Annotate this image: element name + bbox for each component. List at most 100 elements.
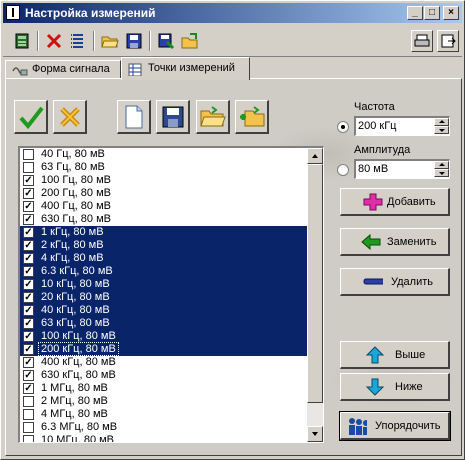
list-item-checkbox[interactable]: ✓ bbox=[23, 305, 34, 316]
list-item-label: 6.3 кГц, 80 мВ bbox=[41, 265, 113, 277]
list-item[interactable]: ✓ 400 кГц, 80 мВ bbox=[20, 356, 307, 369]
list-item-checkbox[interactable] bbox=[23, 162, 34, 173]
list-item[interactable]: ✓ 1 МГц, 80 мВ bbox=[20, 382, 307, 395]
settings-window: Настройка измерений _ □ × Форма сигнала … bbox=[0, 0, 465, 460]
list-item[interactable]: ✓ 200 Гц, 80 мВ bbox=[20, 187, 307, 200]
frequency-spinbox[interactable]: 200 кГц bbox=[354, 116, 450, 136]
sort-people-icon bbox=[349, 418, 367, 435]
list-item-checkbox[interactable] bbox=[23, 396, 34, 407]
amplitude-radio[interactable] bbox=[337, 164, 349, 176]
list-item-checkbox[interactable]: ✓ bbox=[23, 175, 34, 186]
export-folder-icon[interactable] bbox=[179, 30, 201, 52]
list-item[interactable]: 6.3 МГц, 80 мВ bbox=[20, 421, 307, 434]
frequency-up-button[interactable] bbox=[434, 118, 449, 126]
list-item[interactable]: 63 Гц, 80 мВ bbox=[20, 161, 307, 174]
new-list-button[interactable] bbox=[117, 100, 151, 134]
list-item[interactable]: ✓ 200 кГц, 80 мВ bbox=[20, 342, 307, 356]
list-item-checkbox[interactable]: ✓ bbox=[23, 188, 34, 199]
list-item-checkbox[interactable]: ✓ bbox=[23, 227, 34, 238]
uncheck-all-button[interactable] bbox=[53, 100, 87, 134]
list-item[interactable]: ✓ 10 кГц, 80 мВ bbox=[20, 278, 307, 291]
list-item-checkbox[interactable] bbox=[23, 422, 34, 433]
list-item[interactable]: ✓ 6.3 кГц, 80 мВ bbox=[20, 265, 307, 278]
list-item[interactable]: 10 МГц, 80 мВ bbox=[20, 434, 307, 442]
save-as-icon[interactable] bbox=[155, 30, 177, 52]
list-item[interactable]: ✓ 1 кГц, 80 мВ bbox=[20, 226, 307, 239]
open-list-button[interactable] bbox=[196, 100, 230, 134]
list-icon[interactable] bbox=[67, 30, 89, 52]
move-down-button[interactable]: Ниже bbox=[340, 373, 450, 401]
list-item[interactable]: ✓ 4 кГц, 80 мВ bbox=[20, 252, 307, 265]
open-folder-icon[interactable] bbox=[99, 30, 121, 52]
list-item[interactable]: 4 МГц, 80 мВ bbox=[20, 408, 307, 421]
list-item[interactable]: ✓ 2 кГц, 80 мВ bbox=[20, 239, 307, 252]
list-item-checkbox[interactable]: ✓ bbox=[23, 253, 34, 264]
tab-signal-form[interactable]: Форма сигнала bbox=[5, 60, 121, 79]
add-button-label: Добавить bbox=[387, 196, 436, 208]
list-item-checkbox[interactable]: ✓ bbox=[23, 279, 34, 290]
list-item-checkbox[interactable]: ✓ bbox=[23, 292, 34, 303]
list-item-checkbox[interactable] bbox=[23, 409, 34, 420]
frequency-down-button[interactable] bbox=[434, 126, 449, 134]
minimize-button[interactable]: _ bbox=[407, 6, 423, 20]
tab-measurement-points[interactable]: Точки измерений bbox=[121, 57, 250, 80]
list-item[interactable]: ✓ 40 кГц, 80 мВ bbox=[20, 304, 307, 317]
list-item-checkbox[interactable] bbox=[23, 435, 34, 442]
list-item-checkbox[interactable]: ✓ bbox=[23, 383, 34, 394]
list-scrollbar[interactable] bbox=[307, 148, 323, 442]
move-up-button[interactable]: Выше bbox=[340, 341, 450, 369]
list-item-label: 100 кГц, 80 мВ bbox=[41, 330, 116, 342]
list-item[interactable]: ✓ 20 кГц, 80 мВ bbox=[20, 291, 307, 304]
move-down-button-label: Ниже bbox=[395, 381, 423, 393]
add-button[interactable]: Добавить bbox=[340, 188, 450, 216]
list-item-checkbox[interactable]: ✓ bbox=[23, 331, 34, 342]
measurement-points-list[interactable]: 40 Гц, 80 мВ 63 Гц, 80 мВ ✓ 100 Гц, 80 мВ ✓ 2… bbox=[18, 146, 324, 443]
frequency-value: 200 кГц bbox=[358, 120, 397, 132]
list-item-checkbox[interactable]: ✓ bbox=[23, 214, 34, 225]
frequency-radio[interactable] bbox=[337, 121, 349, 133]
list-item-checkbox[interactable]: ✓ bbox=[23, 201, 34, 212]
add-folder-icon bbox=[239, 105, 264, 126]
maximize-button[interactable]: □ bbox=[424, 6, 440, 20]
amplitude-up-button[interactable] bbox=[434, 161, 449, 169]
list-item[interactable]: 40 Гц, 80 мВ bbox=[20, 148, 307, 161]
list-item[interactable]: ✓ 100 кГц, 80 мВ bbox=[20, 330, 307, 343]
list-item-label: 10 кГц, 80 мВ bbox=[41, 278, 110, 290]
list-item[interactable]: ✓ 630 Гц, 80 мВ bbox=[20, 213, 307, 226]
exit-icon[interactable] bbox=[437, 30, 459, 52]
list-item-checkbox[interactable]: ✓ bbox=[23, 370, 34, 381]
title-bar[interactable]: Настройка измерений _ □ × bbox=[3, 3, 462, 23]
list-item-checkbox[interactable]: ✓ bbox=[23, 344, 34, 355]
list-item-checkbox[interactable]: ✓ bbox=[23, 266, 34, 277]
check-all-button[interactable] bbox=[14, 100, 48, 134]
close-button[interactable]: × bbox=[443, 6, 459, 20]
list-item-checkbox[interactable] bbox=[23, 149, 34, 160]
arrow-down-icon bbox=[365, 378, 385, 396]
list-item[interactable]: ✓ 63 кГц, 80 мВ bbox=[20, 317, 307, 330]
sort-button-label: Упорядочить bbox=[375, 420, 441, 432]
list-item[interactable]: 2 МГц, 80 мВ bbox=[20, 395, 307, 408]
list-item[interactable]: ✓ 100 Гц, 80 мВ bbox=[20, 174, 307, 187]
delete-icon[interactable] bbox=[43, 30, 65, 52]
scroll-thumb[interactable] bbox=[307, 164, 323, 403]
sort-button[interactable]: Упорядочить bbox=[339, 411, 451, 441]
save-list-button[interactable] bbox=[156, 100, 190, 134]
save-icon[interactable] bbox=[123, 30, 145, 52]
delete-button[interactable]: Удалить bbox=[340, 268, 450, 296]
list-item[interactable]: ✓ 400 Гц, 80 мВ bbox=[20, 200, 307, 213]
list-item-label: 4 кГц, 80 мВ bbox=[41, 252, 104, 264]
uncheck-all-icon bbox=[59, 106, 80, 127]
append-list-button[interactable] bbox=[235, 100, 269, 134]
amplitude-down-button[interactable] bbox=[434, 169, 449, 177]
list-item[interactable]: ✓ 630 кГц, 80 мВ bbox=[20, 369, 307, 382]
amplitude-spinbox[interactable]: 80 мВ bbox=[354, 159, 450, 179]
minus-icon bbox=[363, 278, 383, 285]
board-icon[interactable] bbox=[11, 30, 33, 52]
scroll-up-button[interactable] bbox=[307, 148, 323, 164]
scroll-down-button[interactable] bbox=[307, 426, 323, 442]
list-item-checkbox[interactable]: ✓ bbox=[23, 318, 34, 329]
print-icon[interactable] bbox=[411, 30, 433, 52]
list-item-checkbox[interactable]: ✓ bbox=[23, 240, 34, 251]
list-item-checkbox[interactable]: ✓ bbox=[23, 357, 34, 368]
replace-button[interactable]: Заменить bbox=[340, 228, 450, 256]
